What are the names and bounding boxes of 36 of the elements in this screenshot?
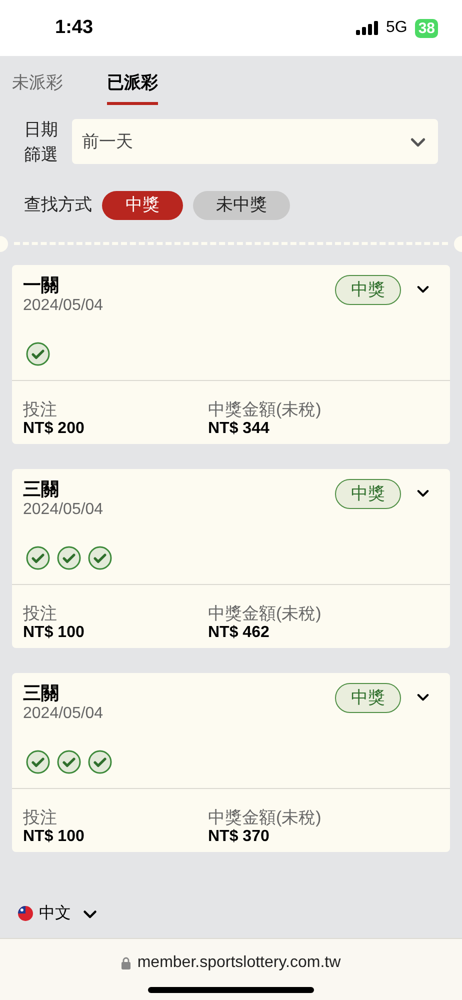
bet-date: 2024/05/04 [23,704,104,724]
bet-date: 2024/05/04 [23,296,104,316]
flag-icon [18,906,33,921]
stake-label: 投注 [23,400,58,418]
tab[interactable]: 未派彩 [12,70,63,104]
lock-icon [121,956,132,970]
date-filter-label: 日期篩選 [24,118,59,166]
status-badge: 中獎 [335,478,401,508]
payout-amount: NT$ 370 [208,826,270,846]
stake-amount: NT$ 200 [23,418,86,438]
status-badge: 中獎 [335,682,401,712]
bet-title: 一關 [23,274,60,296]
payout-amount: NT$ 344 [208,418,270,438]
status-badge: 中獎 [335,274,401,304]
payout-label: 中獎金額(未稅) [208,604,322,622]
payout-label: 中獎金額(未稅) [208,400,322,418]
bet-date: 2024/05/04 [23,500,104,520]
stake-label: 投注 [23,604,58,622]
bet-title: 三關 [23,478,60,500]
url-text[interactable]: member.sportslottery.com.tw [137,951,341,975]
date-select[interactable]: 前一天 [72,119,438,164]
search-mode-label: 查找方式 [24,194,92,216]
filter-pill[interactable]: 中獎 [102,190,183,220]
network-label: 5G [386,18,408,38]
status-time: 1:43 [55,16,94,40]
signal-icon [356,21,380,35]
filter-pill[interactable]: 未中獎 [193,190,290,220]
battery-indicator: 38 [415,18,438,38]
payout-label: 中獎金額(未稅) [208,808,322,826]
bet-title: 三關 [23,682,60,704]
tab[interactable]: 已派彩 [107,70,158,104]
payout-amount: NT$ 462 [208,622,270,642]
stake-amount: NT$ 100 [23,826,86,846]
stake-label: 投注 [23,808,58,826]
stake-amount: NT$ 100 [23,622,86,642]
language-selector[interactable]: 中文 [18,902,99,926]
